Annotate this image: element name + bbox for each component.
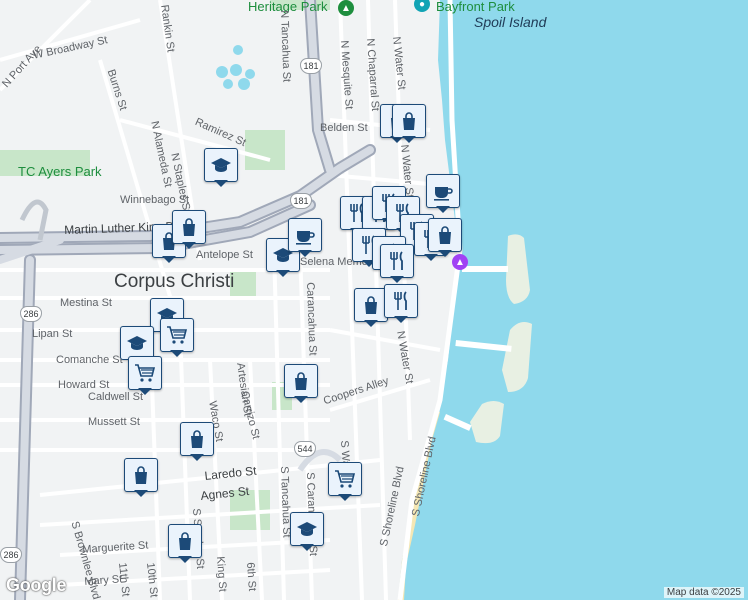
marker-shopping[interactable] [392,104,426,144]
graduation-cap-icon [297,522,317,536]
coffee-cup-icon [434,187,453,201]
shopping-cart-icon [335,470,356,488]
park-label-bayfront: Bayfront Park [436,0,515,14]
route-shield: 181 [290,193,312,209]
marker-shopping[interactable] [168,524,202,564]
shopping-bag-icon [403,112,415,130]
shopping-bag-icon [295,372,307,390]
route-shield: 181 [300,58,322,74]
marker-grocery[interactable] [128,356,162,396]
marker-shopping[interactable] [354,288,388,328]
street-label: King St [214,556,229,593]
marker-grocery[interactable] [160,318,194,358]
street-label: Comanche St [56,354,123,366]
shopping-cart-icon [167,326,188,344]
street-label: N Tancahua St [278,10,293,83]
street-label: 6th St [244,562,259,592]
marker-cafe[interactable] [288,218,322,258]
marker-shopping[interactable] [284,364,318,404]
city-label: Corpus Christi [114,271,235,292]
shopping-bag-icon [135,466,147,484]
marker-shopping[interactable] [428,218,462,258]
street-label: Antelope St [196,249,253,261]
coffee-cup-icon [296,231,315,245]
shopping-cart-icon [135,364,156,382]
route-shield: 286 [20,306,42,322]
marker-education[interactable] [290,512,324,552]
graduation-cap-icon [127,336,147,350]
street-label: Belden St [320,122,368,134]
marker-cafe[interactable] [426,174,460,214]
marker-restaurant[interactable] [380,244,414,284]
street-label: Carancahua St [304,282,319,356]
park-label-tc-ayers: TC Ayers Park [18,164,102,179]
street-label: Howard St [58,379,110,391]
map-canvas[interactable]: Corpus Christi Spoil Island TC Ayers Par… [0,0,748,600]
park-tree-icon[interactable]: ▲ [338,0,354,16]
marker-education[interactable] [204,148,238,188]
marker-shopping[interactable] [124,458,158,498]
fork-knife-icon [394,291,407,310]
water-label-spoil-island: Spoil Island [474,14,547,30]
route-shield: 544 [294,441,316,457]
graduation-cap-icon [211,158,231,172]
shopping-bag-icon [439,226,451,244]
marker-shopping[interactable] [172,210,206,250]
shopping-bag-icon [183,218,195,236]
route-shield: 286 [0,547,22,563]
marker-grocery[interactable] [328,462,362,502]
street-label: Mussett St [88,416,140,428]
marker-restaurant[interactable] [384,284,418,324]
shopping-bag-icon [179,532,191,550]
street-label: Winnebago St [120,194,190,206]
shopping-bag-icon [365,296,377,314]
marker-shopping[interactable] [180,422,214,462]
street-label: Lipan St [32,328,73,340]
shopping-bag-icon [191,430,203,448]
fork-knife-icon [390,251,403,270]
google-logo: Google [6,575,67,595]
street-label: Mestina St [60,297,112,309]
attribution[interactable]: Map data ©2025 [663,587,744,598]
